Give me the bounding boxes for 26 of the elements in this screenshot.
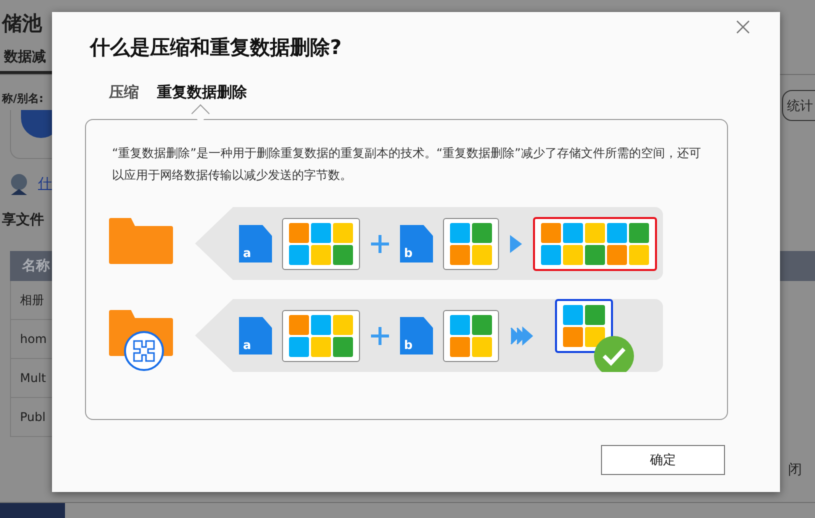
- folder-icon: [109, 218, 173, 264]
- arrow-icon: [509, 234, 523, 252]
- taskbar-block: [0, 503, 65, 518]
- file-icon: b: [400, 316, 433, 354]
- section-title: 享文件: [2, 211, 44, 229]
- plus-icon: [370, 326, 390, 346]
- close-button[interactable]: 闭: [784, 458, 806, 482]
- stats-button[interactable]: 统计: [782, 90, 815, 121]
- file-icon: a: [239, 316, 272, 354]
- dialog-tab[interactable]: 重复数据删除: [155, 83, 249, 112]
- dedup-badge-icon: [123, 330, 165, 372]
- block-grid: [443, 218, 499, 270]
- triple-arrow-icon: [509, 326, 535, 346]
- close-icon[interactable]: [734, 18, 752, 36]
- help-link[interactable]: 什: [38, 175, 52, 193]
- dialog-title: 什么是压缩和重复数据删除?: [90, 34, 343, 61]
- page-title: 储池: [2, 10, 42, 37]
- block-grid: [443, 310, 499, 362]
- plus-icon: [370, 234, 390, 254]
- dialog-tab[interactable]: 压缩: [107, 83, 141, 112]
- file-icon: a: [239, 224, 272, 262]
- description-text: “重复数据删除”是一种用于删除重复数据的重复副本的技术。“重复数据删除”减少了存储文件所需的空间，还可以应用于网络数据传输以减少发送的字节数。: [112, 145, 701, 184]
- ok-button[interactable]: 确定: [601, 445, 725, 475]
- file-icon: b: [400, 224, 433, 262]
- name-label: 称/别名:: [2, 91, 44, 106]
- mascot-icon: [8, 173, 30, 195]
